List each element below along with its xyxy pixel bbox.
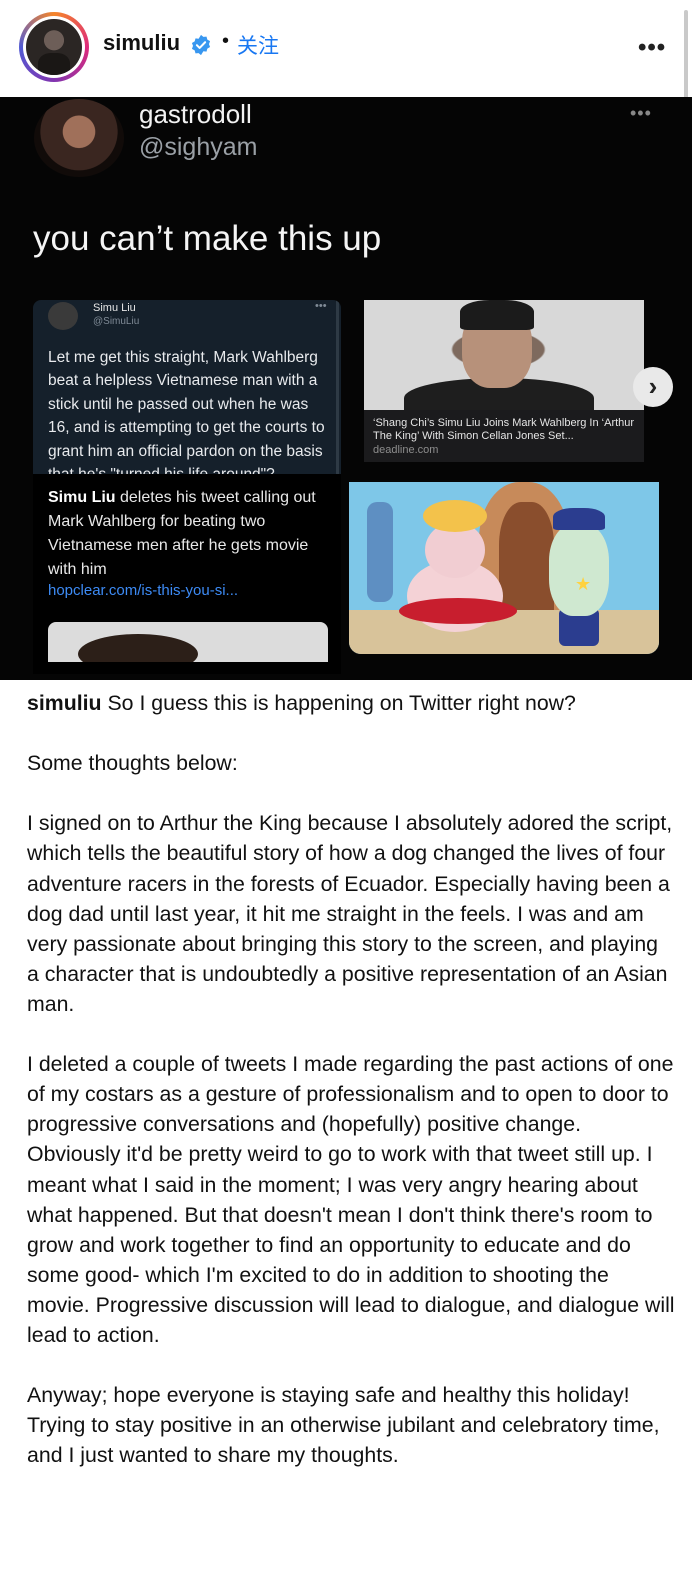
caption-paragraph: Anyway; hope everyone is staying safe an…: [27, 1383, 660, 1468]
tweet-more-icon: •••: [630, 103, 652, 123]
deadline-link-domain: deadline.com: [373, 444, 439, 456]
quoted-tweet-scrollbar: [336, 300, 339, 474]
quoted-tweet-text: Let me get this straight, Mark Wahlberg …: [48, 349, 325, 474]
tweet-avatar: [34, 99, 124, 177]
verified-badge-icon: [191, 34, 211, 56]
post-header: simuliu • 关注 •••: [0, 0, 700, 97]
next-image-button[interactable]: ›: [633, 367, 673, 407]
hopclear-title-bold: Simu Liu: [48, 489, 116, 506]
quoted-tweet-name: Simu Liu: [93, 302, 136, 314]
post-image[interactable]: gastrodoll @sighyam ••• you can’t make t…: [0, 97, 692, 680]
caption-paragraph: I deleted a couple of tweets I made rega…: [27, 1052, 675, 1347]
caption-first-line: simuliu So I guess this is happening on …: [27, 688, 675, 718]
hopclear-link-title: Simu Liu deletes his tweet calling out M…: [48, 486, 334, 582]
more-options-icon[interactable]: •••: [638, 34, 666, 62]
username[interactable]: simuliu: [103, 30, 180, 56]
deadline-article-photo: [364, 300, 644, 410]
quoted-tweet-card: Simu Liu @SimuLiu ••• Let me get this st…: [33, 300, 341, 474]
hopclear-link-card: Simu Liu deletes his tweet calling out M…: [33, 474, 341, 674]
deadline-link-card: ‘Shang Chi’s Simu Liu Joins Mark Wahlber…: [364, 410, 644, 462]
quoted-tweet-handle: @SimuLiu: [93, 316, 140, 327]
caption-paragraph: I signed on to Arthur the King because I…: [27, 811, 673, 1016]
hopclear-link-url: hopclear.com/is-this-you-si...: [48, 582, 239, 599]
caption-first-text: So I guess this is happening on Twitter …: [101, 691, 576, 715]
avatar-photo: [26, 19, 82, 75]
tweet-text: you can’t make this up: [33, 219, 382, 258]
separator-dot: •: [222, 30, 230, 52]
quoted-tweet-more-icon: •••: [315, 300, 327, 312]
caption-paragraph: Some thoughts below:: [27, 751, 238, 776]
post-caption: simuliu So I guess this is happening on …: [27, 688, 675, 1501]
caption-author[interactable]: simuliu: [27, 691, 102, 715]
follow-button[interactable]: 关注: [237, 30, 279, 60]
tweet-handle: @sighyam: [139, 133, 258, 161]
quoted-tweet-avatar: [48, 302, 78, 330]
tweet-display-name: gastrodoll: [139, 99, 252, 129]
deadline-link-title: ‘Shang Chi’s Simu Liu Joins Mark Wahlber…: [373, 417, 635, 442]
cartoon-image: ★: [349, 482, 659, 654]
profile-avatar[interactable]: [19, 12, 89, 82]
hopclear-thumbnail: [48, 622, 328, 662]
